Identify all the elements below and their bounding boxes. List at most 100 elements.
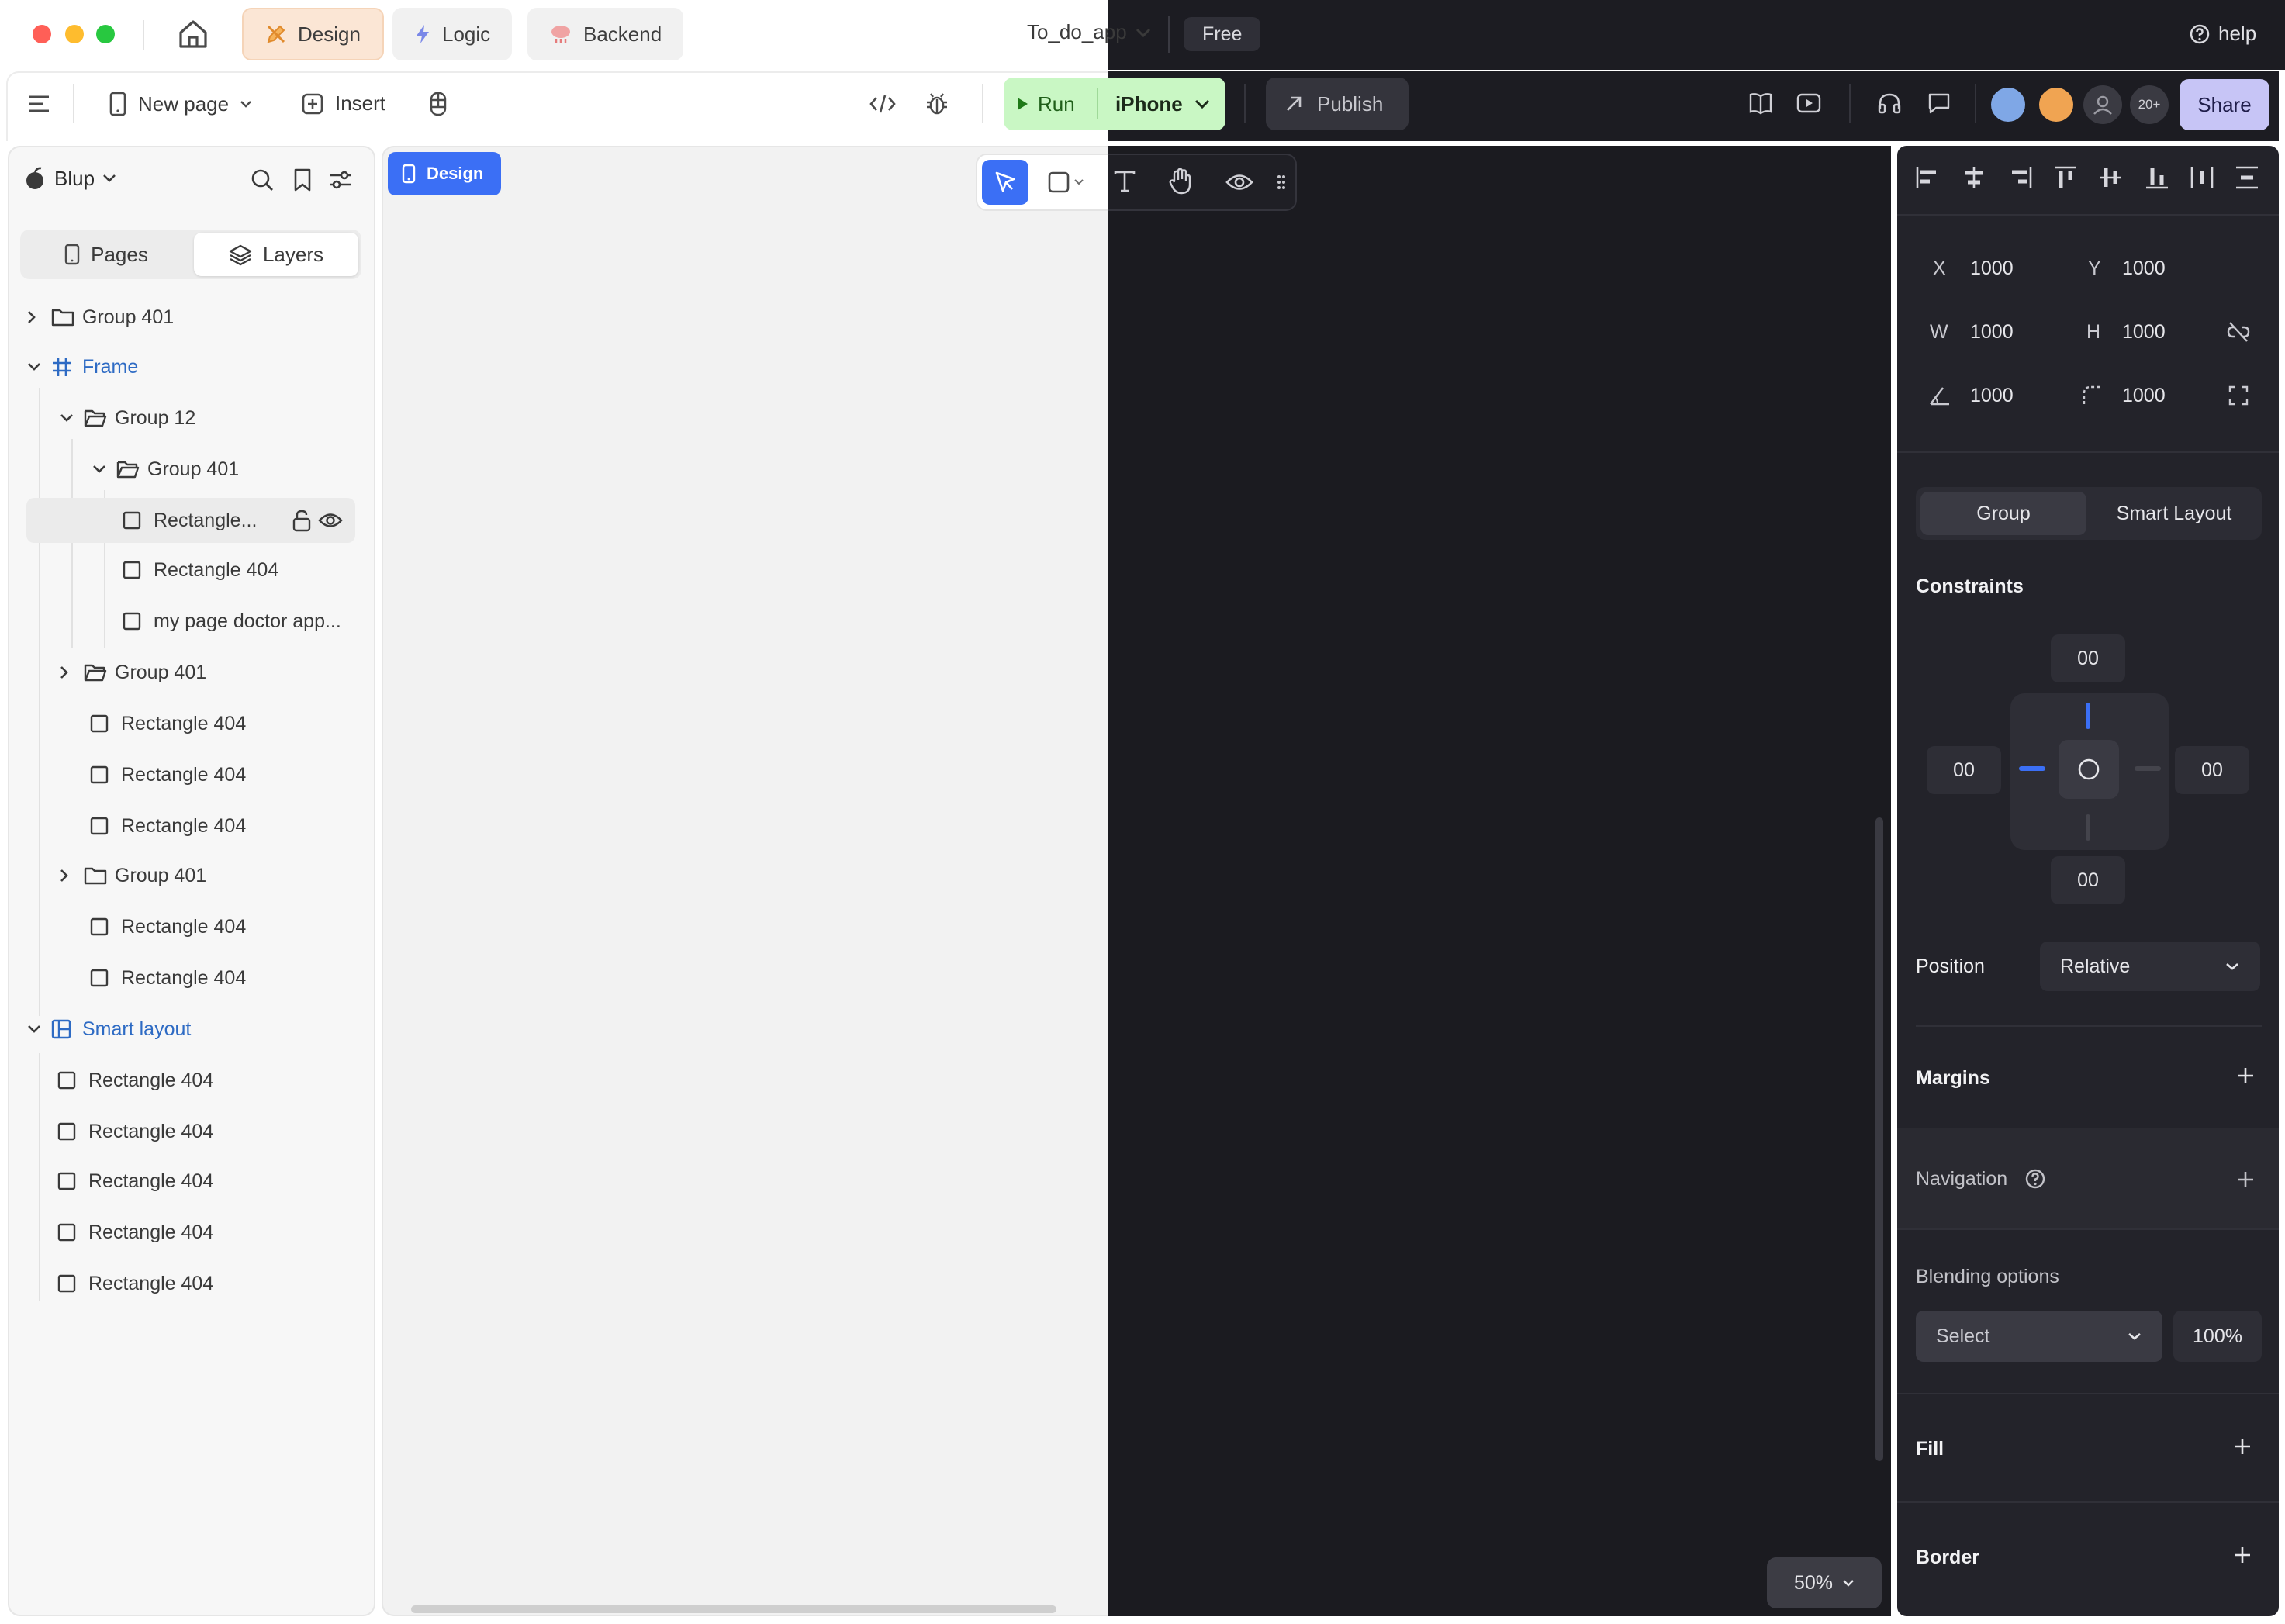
align-left-icon[interactable] xyxy=(1914,164,1941,191)
y-input[interactable]: 1000 xyxy=(2122,257,2166,280)
preview-eye-icon[interactable] xyxy=(1225,172,1253,192)
layer-row[interactable]: Rectangle 404 xyxy=(57,1058,213,1103)
text-tool-icon[interactable] xyxy=(1112,169,1137,194)
book-icon[interactable] xyxy=(1748,92,1773,115)
distribute-vertical-icon[interactable] xyxy=(2234,164,2260,191)
layer-row[interactable]: Rectangle 404 xyxy=(90,803,246,848)
horizontal-scrollbar[interactable] xyxy=(411,1605,1056,1613)
hand-tool-icon[interactable] xyxy=(1168,168,1193,195)
help-circle-icon[interactable] xyxy=(2024,1168,2046,1190)
chat-bubble-icon[interactable] xyxy=(1927,92,1951,115)
minimize-window-button[interactable] xyxy=(65,25,84,43)
constraint-right-pin[interactable] xyxy=(2135,766,2161,771)
align-center-v-icon[interactable] xyxy=(2097,164,2124,191)
layer-row[interactable]: Rectangle 404 xyxy=(57,1109,213,1154)
lock-icon[interactable] xyxy=(292,509,312,532)
constraint-bottom-pin[interactable] xyxy=(2086,814,2090,841)
avatar[interactable] xyxy=(1989,85,2027,124)
align-top-icon[interactable] xyxy=(2052,164,2079,191)
rotation-input[interactable]: 1000 xyxy=(1970,385,2014,407)
layer-row[interactable]: Group 401 xyxy=(26,295,174,340)
tab-design[interactable]: Design xyxy=(242,8,384,60)
layer-row[interactable]: Rectangle 404 xyxy=(90,752,246,797)
tab-layers[interactable]: Layers xyxy=(194,233,358,276)
figma-icon[interactable] xyxy=(430,92,447,116)
publish-button[interactable]: Publish xyxy=(1266,78,1409,130)
layer-row[interactable]: Group 401 xyxy=(59,853,206,898)
new-page-button[interactable]: New page xyxy=(109,92,252,116)
project-switcher[interactable]: To_do_app xyxy=(1027,20,1152,44)
hamburger-menu-icon[interactable] xyxy=(26,93,51,115)
layer-row[interactable]: Rectangle 404 xyxy=(57,1210,213,1255)
avatar[interactable] xyxy=(2083,85,2122,124)
bookmark-icon[interactable] xyxy=(293,168,312,192)
chevron-right-icon[interactable] xyxy=(26,309,51,325)
zoom-select[interactable]: 50% xyxy=(1767,1557,1882,1608)
constraint-left-input[interactable]: 00 xyxy=(1927,746,2001,794)
layer-row[interactable]: my page doctor app... xyxy=(123,599,341,644)
constraint-center[interactable] xyxy=(2059,740,2119,799)
position-select[interactable]: Relative xyxy=(2040,942,2260,991)
tab-group[interactable]: Group xyxy=(1920,492,2086,535)
x-input[interactable]: 1000 xyxy=(1970,257,2014,280)
h-input[interactable]: 1000 xyxy=(2122,321,2166,344)
radius-input[interactable]: 1000 xyxy=(2122,385,2166,407)
layer-row[interactable]: Rectangle 404 xyxy=(123,548,278,593)
constraint-top-input[interactable]: 00 xyxy=(2051,634,2125,682)
collaborators-more-badge[interactable]: 20+ xyxy=(2130,85,2169,124)
maximize-window-button[interactable] xyxy=(96,25,115,43)
add-navigation-plus-icon[interactable] xyxy=(2235,1170,2256,1190)
vertical-scrollbar[interactable] xyxy=(1875,817,1883,1461)
expand-corners-icon[interactable] xyxy=(2228,385,2249,406)
drag-handle-icon[interactable] xyxy=(1277,174,1286,191)
align-center-h-icon[interactable] xyxy=(1961,164,1987,191)
layer-row[interactable]: Frame xyxy=(26,344,138,389)
layer-row[interactable]: Smart layout xyxy=(26,1007,191,1052)
chevron-right-icon[interactable] xyxy=(59,868,84,883)
headphones-icon[interactable] xyxy=(1877,92,1902,115)
layer-row-selected[interactable]: Rectangle... xyxy=(123,498,257,543)
add-margins-plus-icon[interactable] xyxy=(2235,1066,2256,1086)
constraint-bottom-input[interactable]: 00 xyxy=(2051,856,2125,904)
canvas-dark[interactable] xyxy=(1108,146,1891,1616)
help-link[interactable]: help xyxy=(2189,22,2256,46)
constraint-top-pin[interactable] xyxy=(2086,703,2090,729)
tab-smart-layout[interactable]: Smart Layout xyxy=(2090,492,2259,535)
tab-backend[interactable]: Backend xyxy=(527,8,684,60)
shape-tool[interactable] xyxy=(1047,171,1084,194)
layer-row[interactable]: Rectangle 404 xyxy=(57,1261,213,1306)
chevron-down-icon[interactable] xyxy=(26,1024,51,1035)
tab-pages[interactable]: Pages xyxy=(23,233,189,276)
run-button[interactable]: Run xyxy=(1016,78,1075,130)
unlink-icon[interactable] xyxy=(2226,321,2251,343)
align-bottom-icon[interactable] xyxy=(2144,164,2170,191)
close-window-button[interactable] xyxy=(33,25,51,43)
chevron-down-icon[interactable] xyxy=(26,361,51,372)
workspace-switcher[interactable]: Blup xyxy=(23,166,116,191)
layer-row[interactable]: Group 12 xyxy=(59,396,195,441)
device-select[interactable]: iPhone xyxy=(1115,78,1211,130)
layer-row[interactable]: Rectangle 404 xyxy=(90,904,246,949)
w-input[interactable]: 1000 xyxy=(1970,321,2014,344)
chevron-down-icon[interactable] xyxy=(92,464,116,475)
video-icon[interactable] xyxy=(1796,93,1821,113)
layer-row[interactable]: Rectangle 404 xyxy=(90,955,246,1000)
avatar[interactable] xyxy=(2037,85,2076,124)
opacity-input[interactable]: 100% xyxy=(2173,1311,2262,1362)
frame-tag[interactable]: Design xyxy=(388,152,501,195)
blend-mode-select[interactable]: Select xyxy=(1916,1311,2162,1362)
constraint-left-pin[interactable] xyxy=(2019,766,2045,771)
align-right-icon[interactable] xyxy=(2007,164,2034,191)
code-icon[interactable] xyxy=(869,93,897,115)
layer-row[interactable]: Group 401 xyxy=(92,447,239,492)
eye-icon[interactable] xyxy=(318,512,343,529)
bug-icon[interactable] xyxy=(925,92,949,116)
layer-row[interactable]: Rectangle 404 xyxy=(90,701,246,746)
share-button[interactable]: Share xyxy=(2180,79,2269,130)
layer-row[interactable]: Group 401 xyxy=(59,650,206,695)
search-icon[interactable] xyxy=(250,168,275,192)
chevron-right-icon[interactable] xyxy=(59,665,84,680)
chevron-down-icon[interactable] xyxy=(59,413,84,423)
add-fill-plus-icon[interactable] xyxy=(2232,1436,2252,1456)
layer-row[interactable]: Rectangle 404 xyxy=(57,1159,213,1204)
